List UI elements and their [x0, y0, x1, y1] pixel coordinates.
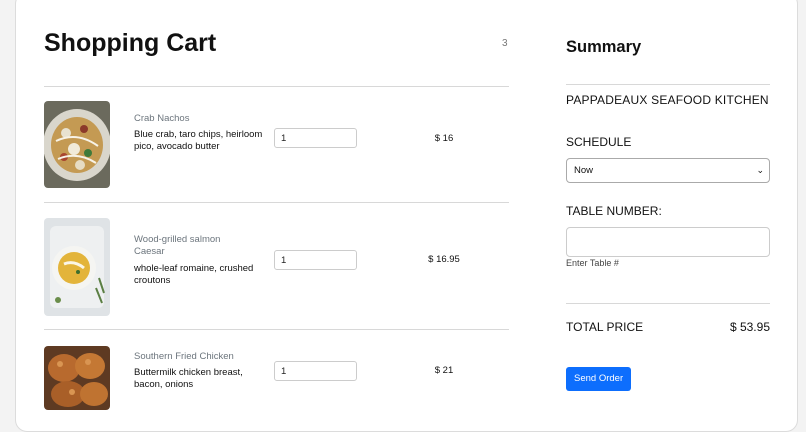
item-description: Blue crab, taro chips, heirloom pico, av… — [134, 129, 263, 152]
item-count: 3 — [502, 38, 508, 49]
restaurant-name: PAPPADEAUX SEAFOOD KITCHEN — [566, 93, 769, 107]
item-name: Wood-grilled salmon Caesar — [134, 234, 221, 257]
item-description: Buttermilk chicken breast, bacon, onions — [134, 367, 243, 390]
item-price: $ 16.95 — [428, 254, 460, 265]
table-number-input[interactable] — [566, 227, 770, 257]
soup-photo — [44, 218, 110, 316]
total-price-label: TOTAL PRICE — [566, 320, 644, 334]
divider — [44, 329, 509, 330]
checkout-card: Shopping Cart 3 Crab Nachos Blue crab, t… — [15, 0, 798, 432]
quantity-input[interactable] — [274, 128, 357, 148]
summary-title: Summary — [566, 38, 642, 56]
chevron-down-icon: ⌄ — [756, 165, 764, 175]
send-order-button[interactable]: Send Order — [566, 367, 632, 391]
schedule-label: SCHEDULE — [566, 135, 632, 149]
item-name: Crab Nachos — [134, 113, 190, 124]
fried-chicken-photo — [44, 346, 110, 410]
schedule-select[interactable]: Now ⌄ — [566, 158, 770, 183]
item-price: $ 21 — [434, 365, 454, 376]
nachos-photo — [44, 101, 110, 188]
item-description: whole-leaf romaine, crushed croutons — [134, 263, 254, 286]
schedule-value: Now — [574, 165, 594, 176]
table-number-label: TABLE NUMBER: — [566, 204, 662, 218]
item-name: Southern Fried Chicken — [134, 351, 234, 362]
divider — [566, 84, 770, 85]
item-price: $ 16 — [434, 133, 454, 144]
divider — [566, 303, 770, 304]
table-number-help: Enter Table # — [566, 258, 619, 268]
total-price-value: $ 53.95 — [729, 320, 770, 334]
divider — [44, 86, 509, 87]
page-title: Shopping Cart — [44, 29, 217, 57]
quantity-input[interactable] — [274, 250, 357, 270]
divider — [44, 202, 509, 203]
quantity-input[interactable] — [274, 361, 357, 381]
